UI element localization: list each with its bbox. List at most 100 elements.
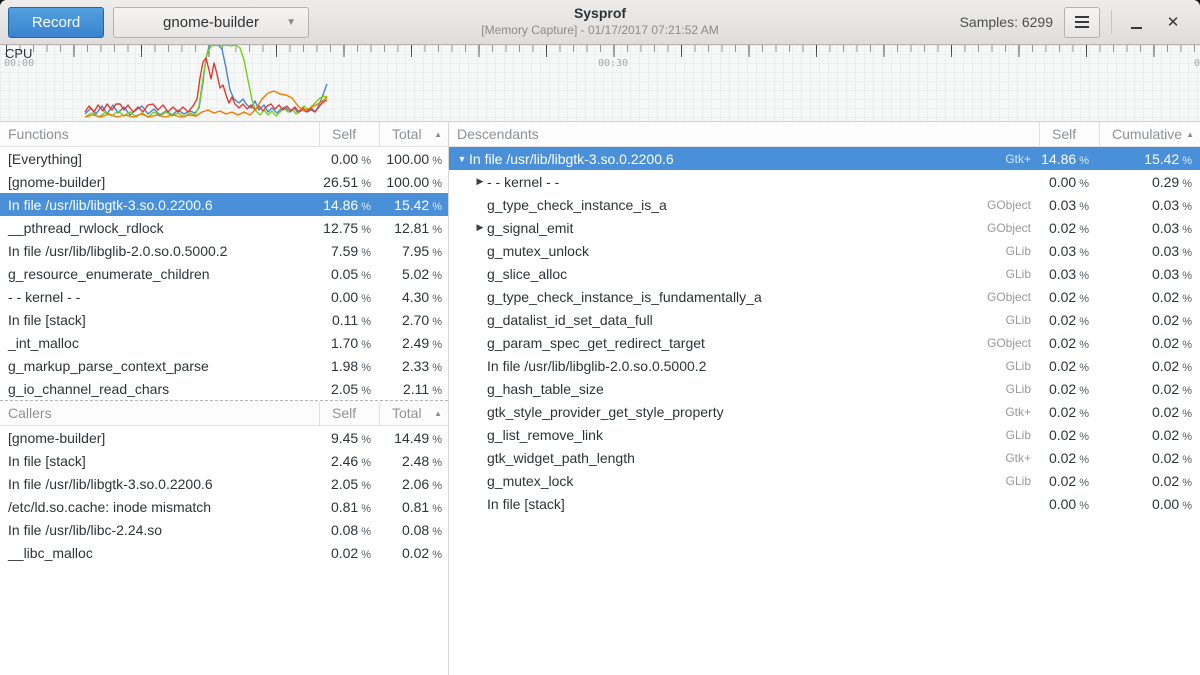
- function-name: g_markup_parse_context_parse: [0, 358, 319, 374]
- self-value-number: 0.03: [1049, 197, 1076, 213]
- minimize-button[interactable]: [1123, 9, 1149, 35]
- menu-button[interactable]: [1064, 7, 1100, 38]
- table-row[interactable]: g_resource_enumerate_children0.05%5.02%: [0, 262, 448, 285]
- column-header-callers[interactable]: Callers: [0, 405, 319, 421]
- cumulative-value: 15.42%: [1099, 151, 1200, 167]
- tree-row[interactable]: gtk_widget_path_lengthGtk+0.02%0.02%: [449, 446, 1200, 469]
- self-value-number: 2.05: [331, 381, 358, 397]
- percent-sign: %: [358, 503, 371, 515]
- tree-row[interactable]: ▶g_signal_emitGObject0.02%0.03%: [449, 216, 1200, 239]
- percent-sign: %: [429, 385, 442, 397]
- expander-open-icon[interactable]: ▼: [455, 154, 469, 164]
- process-selector-dropdown[interactable]: gnome-builder ▼: [113, 7, 309, 38]
- descendant-name-cell: g_mutex_lockGLib: [449, 473, 1039, 489]
- tree-row[interactable]: g_type_check_instance_is_aGObject0.03%0.…: [449, 193, 1200, 216]
- column-header-self[interactable]: Self: [319, 401, 379, 425]
- expander-closed-icon[interactable]: ▶: [473, 222, 487, 233]
- tree-row[interactable]: g_mutex_unlockGLib0.03%0.03%: [449, 239, 1200, 262]
- function-name: __pthread_rwlock_rdlock: [0, 220, 319, 236]
- descendant-name-cell: g_list_remove_linkGLib: [449, 427, 1039, 443]
- percent-sign: %: [1076, 155, 1089, 167]
- table-row[interactable]: /etc/ld.so.cache: inode mismatch0.81%0.8…: [0, 495, 448, 518]
- tree-row[interactable]: g_datalist_id_set_data_fullGLib0.02%0.02…: [449, 308, 1200, 331]
- self-value: 0.03%: [1039, 266, 1099, 282]
- percent-sign: %: [1076, 316, 1089, 328]
- cumulative-value-number: 15.42: [1144, 151, 1179, 167]
- time-label-start: 00:00: [4, 58, 34, 69]
- table-row[interactable]: In file [stack]0.11%2.70%: [0, 308, 448, 331]
- table-row[interactable]: [gnome-builder]26.51%100.00%: [0, 170, 448, 193]
- table-row[interactable]: In file /usr/lib/libgtk-3.so.0.2200.62.0…: [0, 472, 448, 495]
- column-header-self[interactable]: Self: [319, 122, 379, 146]
- self-value: 0.02%: [1039, 381, 1099, 397]
- function-name: g_resource_enumerate_children: [0, 266, 319, 282]
- percent-sign: %: [358, 457, 371, 469]
- tree-row[interactable]: g_mutex_lockGLib0.02%0.02%: [449, 469, 1200, 492]
- cumulative-value-number: 0.00: [1152, 496, 1179, 512]
- table-row[interactable]: __libc_malloc0.02%0.02%: [0, 541, 448, 564]
- descendant-name-cell: g_datalist_id_set_data_fullGLib: [449, 312, 1039, 328]
- table-row[interactable]: In file /usr/lib/libgtk-3.so.0.2200.614.…: [0, 193, 448, 216]
- tree-row[interactable]: In file [stack]0.00%0.00%: [449, 492, 1200, 515]
- column-header-functions[interactable]: Functions: [0, 126, 319, 142]
- library-badge: GLib: [1006, 244, 1039, 258]
- tree-row[interactable]: gtk_style_provider_get_style_propertyGtk…: [449, 400, 1200, 423]
- percent-sign: %: [1076, 224, 1089, 236]
- library-badge: GObject: [987, 336, 1039, 350]
- table-row[interactable]: In file [stack]2.46%2.48%: [0, 449, 448, 472]
- table-row[interactable]: __pthread_rwlock_rdlock12.75%12.81%: [0, 216, 448, 239]
- library-badge: Gtk+: [1005, 451, 1039, 465]
- table-row[interactable]: g_io_channel_read_chars2.05%2.11%: [0, 377, 448, 400]
- tree-row[interactable]: g_type_check_instance_is_fundamentally_a…: [449, 285, 1200, 308]
- table-row[interactable]: _int_malloc1.70%2.49%: [0, 331, 448, 354]
- column-header-total[interactable]: Total ▲: [379, 401, 448, 425]
- cpu-lines: [0, 45, 1200, 122]
- cumulative-value: 0.02%: [1099, 335, 1200, 351]
- total-value-number: 2.70: [402, 312, 429, 328]
- library-badge: GLib: [1006, 359, 1039, 373]
- titlebar[interactable]: Record gnome-builder ▼ Sysprof [Memory C…: [0, 0, 1200, 45]
- column-header-total[interactable]: Total ▲: [379, 122, 448, 146]
- descendant-name: g_hash_table_size: [487, 381, 604, 397]
- table-row[interactable]: [Everything]0.00%100.00%: [0, 147, 448, 170]
- callers-header: Callers Self Total ▲: [0, 401, 448, 426]
- percent-sign: %: [358, 362, 371, 374]
- percent-sign: %: [358, 385, 371, 397]
- descendant-name: g_slice_alloc: [487, 266, 567, 282]
- titlebar-separator: [1111, 10, 1112, 34]
- self-value-number: 0.02: [1049, 450, 1076, 466]
- table-row[interactable]: - - kernel - -0.00%4.30%: [0, 285, 448, 308]
- self-value: 2.05%: [319, 476, 379, 492]
- descendant-name: g_param_spec_get_redirect_target: [487, 335, 705, 351]
- table-row[interactable]: [gnome-builder]9.45%14.49%: [0, 426, 448, 449]
- self-value-number: 0.11: [332, 312, 358, 328]
- tree-row[interactable]: g_slice_allocGLib0.03%0.03%: [449, 262, 1200, 285]
- table-row[interactable]: In file /usr/lib/libc-2.24.so0.08%0.08%: [0, 518, 448, 541]
- table-row[interactable]: In file /usr/lib/libglib-2.0.so.0.5000.2…: [0, 239, 448, 262]
- percent-sign: %: [429, 480, 442, 492]
- tree-row[interactable]: ▼In file /usr/lib/libgtk-3.so.0.2200.6Gt…: [449, 147, 1200, 170]
- descendant-name: In file /usr/lib/libgtk-3.so.0.2200.6: [469, 151, 674, 167]
- descendant-name-cell: g_slice_allocGLib: [449, 266, 1039, 282]
- expander-closed-icon[interactable]: ▶: [473, 176, 487, 187]
- column-header-self[interactable]: Self: [1039, 122, 1099, 146]
- tree-row[interactable]: g_param_spec_get_redirect_target GObject 0…: [449, 331, 1200, 354]
- tree-row[interactable]: g_list_remove_linkGLib0.02%0.02%: [449, 423, 1200, 446]
- column-header-cumulative[interactable]: Cumulative ▲: [1099, 122, 1200, 146]
- close-button[interactable]: ✕: [1160, 9, 1186, 35]
- cumulative-value: 0.03%: [1099, 243, 1200, 259]
- tree-row[interactable]: ▶- - kernel - -0.00%0.29%: [449, 170, 1200, 193]
- self-value: 0.02%: [1039, 312, 1099, 328]
- function-name: In file /usr/lib/libc-2.24.so: [0, 522, 319, 538]
- tree-row[interactable]: g_hash_table_sizeGLib0.02%0.02%: [449, 377, 1200, 400]
- self-value: 14.86%: [1039, 151, 1099, 167]
- table-row[interactable]: g_markup_parse_context_parse1.98%2.33%: [0, 354, 448, 377]
- tree-row[interactable]: In file /usr/lib/libglib-2.0.so.0.5000.2…: [449, 354, 1200, 377]
- percent-sign: %: [1179, 201, 1192, 213]
- percent-sign: %: [358, 316, 371, 328]
- record-button[interactable]: Record: [8, 7, 104, 38]
- descendant-name: - - kernel - -: [487, 174, 559, 190]
- self-value: 0.11%: [319, 312, 379, 328]
- cpu-graph[interactable]: CPU 00:00 00:30 01:00: [0, 45, 1200, 122]
- column-header-descendants[interactable]: Descendants: [449, 126, 1039, 142]
